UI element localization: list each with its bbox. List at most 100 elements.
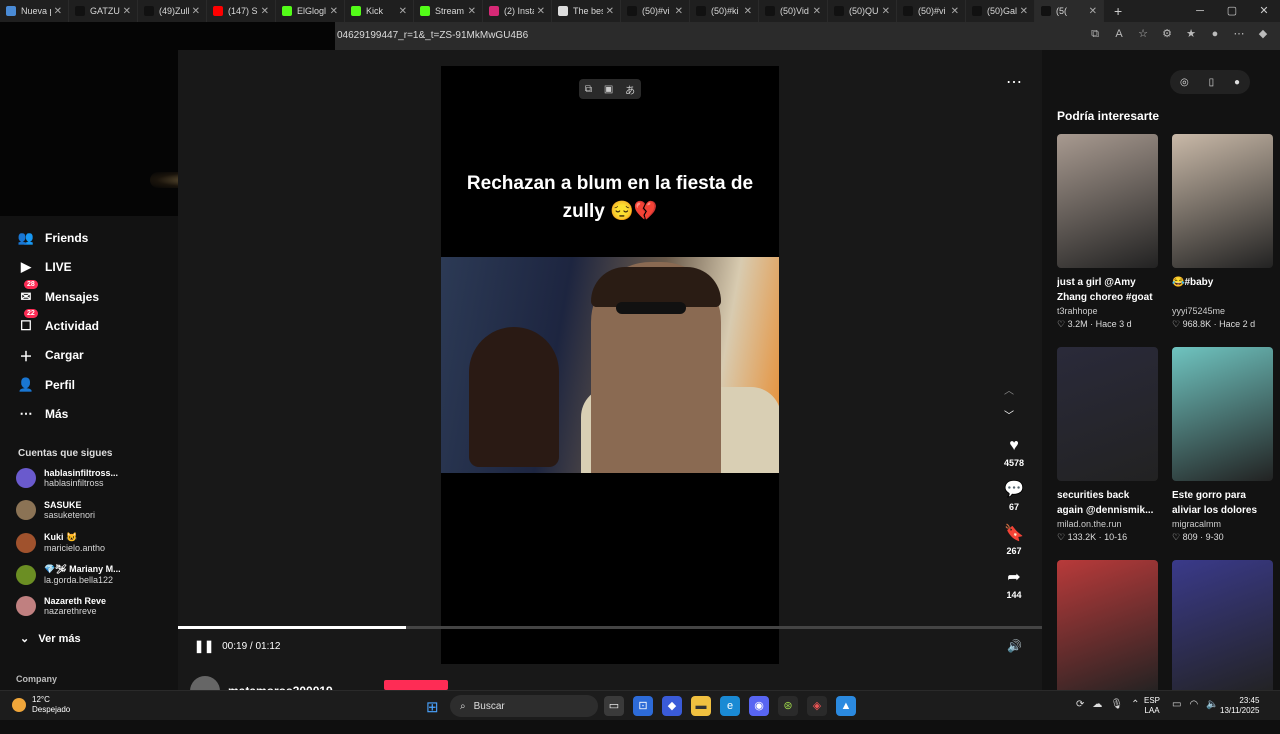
browser-tab[interactable]: (50)#vi ✕ xyxy=(897,0,966,22)
monitor-icon[interactable]: ▭ xyxy=(1172,699,1181,710)
picture-in-picture-icon[interactable]: ▣ xyxy=(604,84,613,95)
heart-action[interactable]: ♥ 4578 xyxy=(1000,436,1028,480)
close-tab-icon[interactable]: ✕ xyxy=(675,6,683,17)
profile-icon[interactable]: ● xyxy=(1208,27,1222,41)
taskbar-search[interactable]: ⌕ Buscar xyxy=(450,695,598,717)
copilot-app-icon[interactable]: ◆ xyxy=(662,696,682,716)
video-player[interactable]: ⧉ ▣ あ Rechazan a blum en la fiesta de zu… xyxy=(441,66,779,664)
device-icon[interactable]: ▯ xyxy=(1209,77,1215,88)
close-tab-icon[interactable]: ✕ xyxy=(951,6,959,17)
browser-tab[interactable]: (50)#ki ✕ xyxy=(690,0,759,22)
onedrive-icon[interactable]: ☁ xyxy=(1092,699,1102,710)
close-tab-icon[interactable]: ✕ xyxy=(123,6,131,17)
see-more-button[interactable]: ⌄ Ver más xyxy=(20,632,81,645)
nav-item-perfil[interactable]: 👤 Perfil xyxy=(16,375,75,395)
browser-tab[interactable]: Kick ✕ xyxy=(345,0,414,22)
previous-video-icon[interactable]: ︿ xyxy=(1004,382,1014,397)
browser-tab[interactable]: Stream ✕ xyxy=(414,0,483,22)
browser-tab[interactable]: Nueva p✕ xyxy=(0,0,69,22)
close-tab-icon[interactable]: ✕ xyxy=(192,6,200,17)
following-account[interactable]: Kuki 😺 maricielo.antho xyxy=(16,532,105,553)
browser-tab[interactable]: (50)#vi ✕ xyxy=(621,0,690,22)
user-avatar-icon[interactable]: ● xyxy=(1234,77,1240,88)
bookmark-action[interactable]: 🔖 267 xyxy=(1000,524,1028,568)
game-icon[interactable]: ◈ xyxy=(807,696,827,716)
browser-tab[interactable]: ElGlogl ✕ xyxy=(276,0,345,22)
company-link[interactable]: Company xyxy=(16,674,57,684)
browser-tab[interactable]: The bes ✕ xyxy=(552,0,621,22)
file-explorer-icon[interactable]: ▬ xyxy=(691,696,711,716)
browser-tab[interactable]: (50)QU ✕ xyxy=(828,0,897,22)
open-in-app-icon[interactable]: ⧉ xyxy=(1088,27,1102,41)
close-tab-icon[interactable]: ✕ xyxy=(1089,6,1097,17)
follow-button[interactable] xyxy=(384,680,448,690)
close-tab-icon[interactable]: ✕ xyxy=(882,6,890,17)
edge-icon[interactable]: e xyxy=(720,696,740,716)
maximize-button[interactable]: ▢ xyxy=(1216,0,1248,22)
favorites-icon[interactable]: ★ xyxy=(1184,27,1198,41)
speaker-icon[interactable]: 🔈 xyxy=(1206,699,1218,710)
browser-tab[interactable]: (50)Gal ✕ xyxy=(966,0,1035,22)
following-account[interactable]: Nazareth Reve nazarethreve xyxy=(16,596,106,616)
read-aloud-icon[interactable]: A xyxy=(1112,27,1126,41)
nav-item-más[interactable]: ⋯ Más xyxy=(16,404,69,424)
mic-icon[interactable]: 🎙 xyxy=(1110,699,1123,710)
close-tab-icon[interactable]: ✕ xyxy=(330,6,338,17)
close-tab-icon[interactable]: ✕ xyxy=(261,6,269,17)
comment-action[interactable]: 💬 67 xyxy=(1000,480,1028,524)
share-action[interactable]: ➦ 144 xyxy=(1000,568,1028,612)
following-account[interactable]: hablasinfiltross... hablasinfiltross xyxy=(16,468,118,488)
translate-icon[interactable]: あ xyxy=(625,82,635,97)
url-field[interactable]: 04629199447_r=1&_t=ZS-91MkMwGU4B6 xyxy=(337,30,528,41)
following-account[interactable]: 💎🛩 Mariany M... la.gorda.bella122 xyxy=(16,564,121,585)
recommended-video[interactable]: Este gorro para aliviar los dolores d...… xyxy=(1172,347,1273,543)
minimize-button[interactable]: ─ xyxy=(1184,0,1216,22)
nav-item-actividad[interactable]: ☐ 22 Actividad xyxy=(16,308,99,336)
weather-widget[interactable]: 12°C Despejado xyxy=(12,695,70,715)
extensions-icon[interactable]: ⚙ xyxy=(1160,27,1174,41)
more-options-icon[interactable]: ⋯ xyxy=(1006,72,1022,92)
nav-item-friends[interactable]: 👥 Friends xyxy=(16,228,88,248)
close-tab-icon[interactable]: ✕ xyxy=(606,6,614,17)
next-video-icon[interactable]: ﹀ xyxy=(1004,407,1014,422)
compass-icon[interactable]: ◎ xyxy=(1180,77,1189,88)
browser-tab[interactable]: (49)Zull ✕ xyxy=(138,0,207,22)
task-view-icon[interactable]: ▭ xyxy=(604,696,624,716)
close-tab-icon[interactable]: ✕ xyxy=(537,6,545,17)
close-tab-icon[interactable]: ✕ xyxy=(54,6,62,17)
wifi-icon[interactable]: ◠ xyxy=(1189,699,1198,710)
browser-tab[interactable]: (5(✕ xyxy=(1035,0,1104,22)
nav-item-live[interactable]: ▶ LIVE xyxy=(16,257,72,277)
close-tab-icon[interactable]: ✕ xyxy=(399,6,407,17)
recommended-video[interactable]: securities back again @dennismik... mila… xyxy=(1057,347,1158,543)
nav-item-cargar[interactable]: ＋ Cargar xyxy=(16,345,83,365)
following-account[interactable]: SASUKE sasuketenori xyxy=(16,500,95,520)
clock[interactable]: 23:45 13/11/2025 xyxy=(1220,696,1259,716)
xbox-icon[interactable]: ⊛ xyxy=(778,696,798,716)
close-tab-icon[interactable]: ✕ xyxy=(744,6,752,17)
close-tab-icon[interactable]: ✕ xyxy=(1020,6,1028,17)
chevron-up-icon[interactable]: ⌃ xyxy=(1131,699,1139,710)
language-indicator[interactable]: ESP LAA xyxy=(1144,696,1160,716)
browser-tab[interactable]: (147) S ✕ xyxy=(207,0,276,22)
photos-icon[interactable]: ▲ xyxy=(836,696,856,716)
close-tab-icon[interactable]: ✕ xyxy=(468,6,476,17)
mini-player-icon[interactable]: ⧉ xyxy=(585,84,592,95)
favorite-icon[interactable]: ☆ xyxy=(1136,27,1150,41)
new-tab-button[interactable]: + xyxy=(1104,3,1132,19)
volume-icon[interactable]: 🔊 xyxy=(1007,639,1022,653)
progress-bar[interactable] xyxy=(178,626,1042,629)
pause-icon[interactable]: ❚❚ xyxy=(194,639,214,653)
sync-icon[interactable]: ⟳ xyxy=(1076,699,1084,710)
recommended-video[interactable]: just a girl @Amy Zhang choreo #goat t3ra… xyxy=(1057,134,1158,330)
recommended-video[interactable]: 😂#baby yyyi75245me ♡ 968.8K · Hace 2 d xyxy=(1172,134,1273,330)
discord-icon[interactable]: ◉ xyxy=(749,696,769,716)
close-button[interactable]: ✕ xyxy=(1248,0,1280,22)
copilot-icon[interactable]: ◆ xyxy=(1256,27,1270,41)
nav-item-mensajes[interactable]: ✉ 28 Mensajes xyxy=(16,279,99,307)
windows-start-icon[interactable]: ⊞ xyxy=(426,698,439,716)
browser-tab[interactable]: (2) Insta✕ xyxy=(483,0,552,22)
store-icon[interactable]: ⊡ xyxy=(633,696,653,716)
close-tab-icon[interactable]: ✕ xyxy=(813,6,821,17)
browser-tab[interactable]: (50)Vid ✕ xyxy=(759,0,828,22)
